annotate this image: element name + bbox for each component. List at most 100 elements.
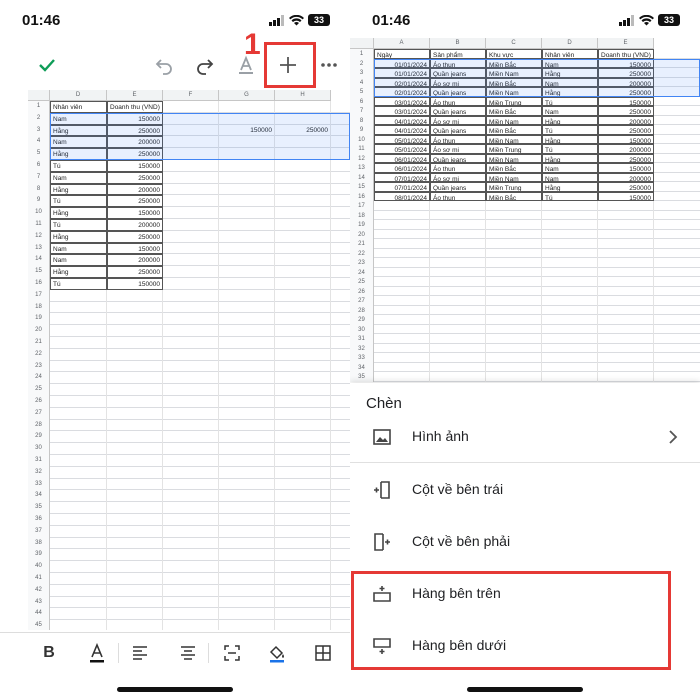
cell[interactable]: Sản phẩm [430, 49, 486, 59]
cell[interactable] [430, 258, 486, 268]
cell[interactable]: Nam [50, 242, 107, 255]
cell[interactable]: Tú [542, 125, 598, 135]
cell[interactable]: Miền Bắc [486, 163, 542, 173]
cell[interactable]: 04/01/2024 [374, 115, 430, 125]
cell[interactable] [219, 525, 275, 538]
cell[interactable]: 250000 [107, 266, 163, 278]
cell[interactable] [486, 267, 542, 277]
row-header[interactable]: 38 [28, 537, 50, 550]
cell[interactable] [219, 242, 275, 255]
cell[interactable] [542, 258, 598, 268]
row-header[interactable]: 21 [350, 239, 374, 249]
cell[interactable] [486, 258, 542, 268]
cell[interactable] [163, 478, 219, 491]
cell[interactable] [50, 372, 107, 385]
cell[interactable]: Nam [542, 172, 598, 182]
cell[interactable] [163, 195, 219, 208]
cell[interactable] [430, 343, 486, 353]
cell[interactable] [163, 219, 219, 231]
cell[interactable]: Tú [542, 191, 598, 201]
cell[interactable]: Miền Bắc [486, 125, 542, 135]
row-header[interactable]: 24 [28, 372, 50, 385]
cell[interactable] [542, 343, 598, 353]
cell[interactable] [50, 419, 107, 432]
column-header[interactable]: A [374, 38, 430, 49]
cell[interactable] [598, 305, 654, 315]
cell[interactable] [219, 443, 275, 455]
cell[interactable] [542, 362, 598, 372]
column-header[interactable]: D [542, 38, 598, 49]
cell[interactable] [275, 160, 331, 172]
cell[interactable]: 250000 [107, 171, 163, 184]
cell[interactable] [163, 525, 219, 538]
column-header[interactable]: E [107, 90, 163, 101]
cell[interactable] [219, 171, 275, 184]
cell[interactable]: Nam [50, 171, 107, 184]
cell[interactable]: Áo thun [430, 191, 486, 201]
cell[interactable]: 08/01/2024 [374, 191, 430, 201]
cell[interactable] [598, 362, 654, 372]
cell[interactable] [486, 201, 542, 211]
cell[interactable] [430, 286, 486, 296]
cell[interactable] [50, 608, 107, 621]
cell[interactable]: Tú [50, 219, 107, 231]
cell[interactable] [542, 305, 598, 315]
fill-color-icon[interactable] [264, 641, 290, 665]
cell[interactable]: Ngày [374, 49, 430, 59]
cell[interactable] [50, 502, 107, 514]
cell[interactable]: Miền Nam [486, 134, 542, 144]
cell[interactable] [219, 219, 275, 231]
spreadsheet-grid[interactable]: D E F G H 1 Nhân viên Doanh thu (VND) 2 Nam 150000… [28, 90, 350, 630]
cell[interactable] [598, 267, 654, 277]
cell[interactable] [163, 443, 219, 455]
cell[interactable]: Miền Bắc [486, 191, 542, 201]
cell[interactable]: 200000 [598, 115, 654, 125]
cell[interactable] [107, 466, 163, 479]
cell[interactable] [107, 407, 163, 420]
cell[interactable] [430, 324, 486, 334]
cell[interactable] [598, 248, 654, 258]
cell[interactable] [50, 396, 107, 408]
cell[interactable] [107, 431, 163, 444]
cell[interactable]: 150000 [598, 163, 654, 173]
row-header[interactable]: 19 [28, 313, 50, 326]
cell[interactable] [275, 348, 331, 361]
cell[interactable] [275, 396, 331, 408]
cell[interactable] [107, 372, 163, 385]
row-header[interactable]: 2 [28, 112, 50, 125]
row-header[interactable]: 14 [350, 172, 374, 182]
cell[interactable] [50, 549, 107, 562]
cell[interactable]: Tú [50, 278, 107, 290]
cell[interactable] [275, 431, 331, 444]
cell[interactable] [275, 278, 331, 290]
cell[interactable] [275, 219, 331, 231]
row-header[interactable]: 35 [350, 372, 374, 382]
cell[interactable] [275, 584, 331, 597]
cell[interactable]: 200000 [598, 144, 654, 154]
cell[interactable]: 250000 [598, 125, 654, 135]
row-header[interactable]: 30 [28, 443, 50, 455]
cell[interactable]: Quần jeans [430, 106, 486, 116]
cell[interactable] [430, 296, 486, 306]
cell[interactable] [374, 353, 430, 363]
cell[interactable] [542, 201, 598, 211]
cell[interactable] [486, 334, 542, 344]
cell[interactable] [542, 286, 598, 296]
row-header[interactable]: 11 [28, 219, 50, 231]
cell[interactable] [50, 384, 107, 396]
redo-icon[interactable] [192, 52, 218, 78]
cell[interactable]: 150000 [598, 134, 654, 144]
cell[interactable]: Áo sơ mi [430, 172, 486, 182]
row-header[interactable]: 23 [28, 360, 50, 373]
cell[interactable] [542, 334, 598, 344]
cell[interactable] [163, 337, 219, 349]
cell[interactable] [275, 195, 331, 208]
cell[interactable] [107, 490, 163, 503]
cell[interactable] [598, 201, 654, 211]
cell[interactable] [107, 443, 163, 455]
cell[interactable]: Hằng [50, 207, 107, 219]
cell[interactable] [219, 254, 275, 267]
cell[interactable] [275, 407, 331, 420]
cell[interactable] [50, 620, 107, 630]
cell[interactable] [107, 537, 163, 550]
